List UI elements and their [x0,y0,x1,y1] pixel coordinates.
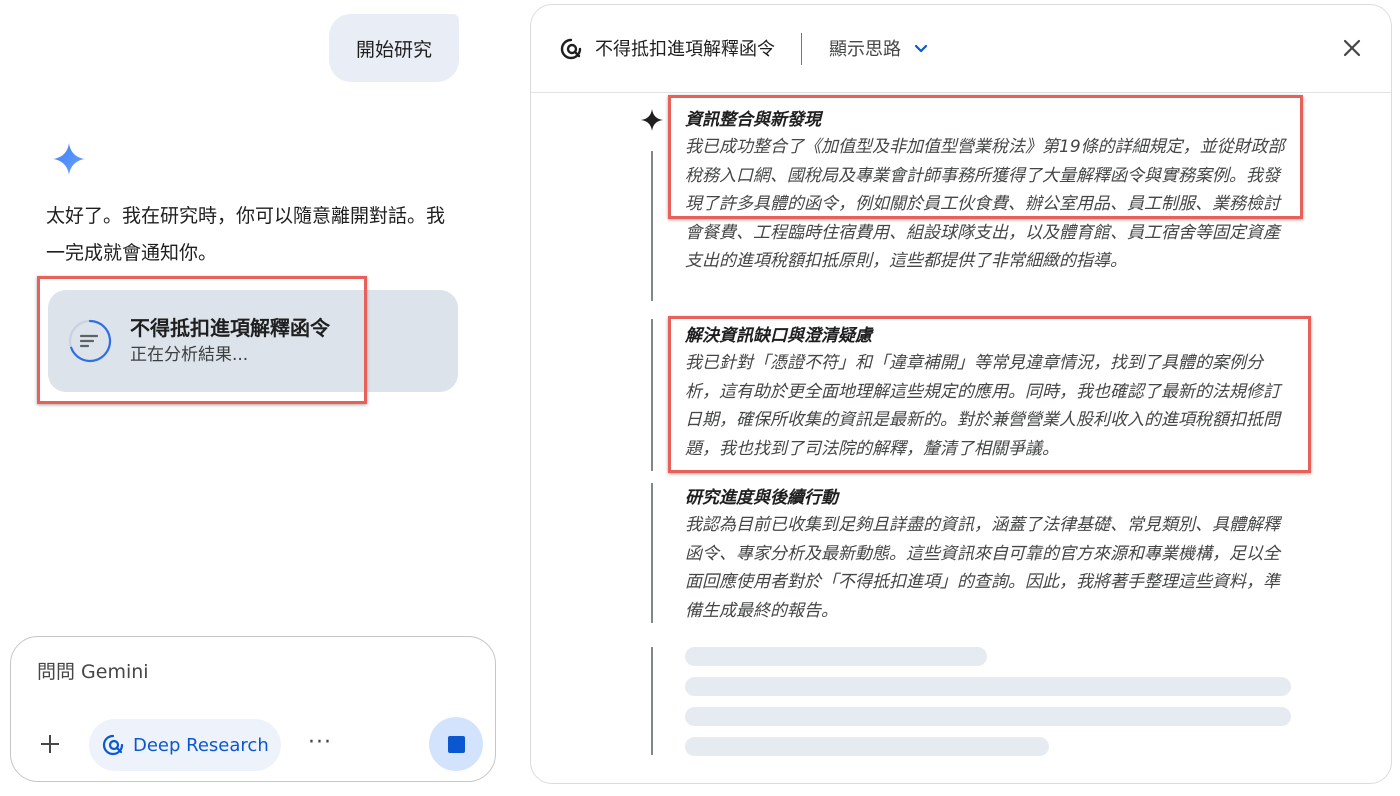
research-task-icon [68,319,112,363]
show-thoughts-toggle[interactable]: 顯示思路 [829,35,929,61]
stop-button[interactable] [429,717,483,771]
close-icon [1343,39,1361,57]
header-divider [801,33,802,65]
chat-column: 開始研究 太好了。我在研究時，你可以隨意離開對話。我一完成就會通知你。 不得抵扣… [0,0,520,796]
thought-section: 研究進度與後續行動 我認為目前已收集到足夠且詳盡的資訊，涵蓋了法律基礎、常見類別… [685,485,1295,625]
thought-timeline-line [651,483,653,623]
thought-timeline-line [651,151,653,301]
task-title: 不得抵扣進項解釋函令 [130,316,330,340]
user-message-text: 開始研究 [355,38,432,61]
panel-title: 不得抵扣進項解釋函令 [595,39,775,60]
chevron-down-icon [914,44,928,53]
prompt-composer: Deep Research ··· [10,636,496,782]
more-tools-button[interactable]: ··· [307,727,333,757]
show-thoughts-label: 顯示思路 [829,39,901,60]
thought-section-title: 資訊整合與新發現 [685,110,821,130]
thought-section-title: 解決資訊缺口與澄清疑慮 [685,326,872,346]
close-panel-button[interactable] [1337,33,1367,63]
loading-placeholder [685,707,1291,726]
task-status: 正在分析結果... [130,345,249,365]
gemini-spark-icon [53,143,85,175]
thinking-spark-icon [641,109,663,131]
thought-section-body: 我認為目前已收集到足夠且詳盡的資訊，涵蓋了法律基礎、常見類別、具體解釋函令、專家… [685,515,1280,621]
stop-icon [447,735,465,753]
research-panel: 不得抵扣進項解釋函令 顯示思路 資訊整合與新發現 我已成功整合了《加值型及非加值… [530,4,1392,784]
loading-placeholder [685,737,1049,756]
deep-research-label: Deep Research [133,734,269,756]
panel-header: 不得抵扣進項解釋函令 顯示思路 [531,5,1391,93]
thought-section: 解決資訊缺口與澄清疑慮 我已針對「憑證不符」和「違章補開」等常見違章情況，找到了… [685,323,1295,463]
loading-placeholder [685,677,1291,696]
thought-timeline-line [651,319,653,471]
research-task-card[interactable]: 不得抵扣進項解釋函令 正在分析結果... [48,290,458,392]
user-message-bubble: 開始研究 [329,14,459,82]
thought-section-body: 我已成功整合了《加值型及非加值型營業稅法》第19條的詳細規定，並從財政部稅務入口… [685,137,1285,271]
thought-section-body: 我已針對「憑證不符」和「違章補開」等常見違章情況，找到了具體的案例分析，這有助於… [685,353,1280,459]
thought-section: 資訊整合與新發現 我已成功整合了《加值型及非加值型營業稅法》第19條的詳細規定，… [685,107,1295,276]
loading-placeholder [685,647,987,666]
deep-research-chip[interactable]: Deep Research [89,719,281,771]
prompt-input[interactable] [37,661,457,683]
add-attachment-button[interactable] [35,729,65,759]
plus-icon [41,735,59,753]
deep-research-icon [102,734,124,756]
assistant-reply: 太好了。我在研究時，你可以隨意離開對話。我一完成就會通知你。 [46,205,446,264]
thought-timeline-line [651,647,653,755]
deep-research-icon [560,38,582,60]
thought-section-title: 研究進度與後續行動 [685,488,838,508]
